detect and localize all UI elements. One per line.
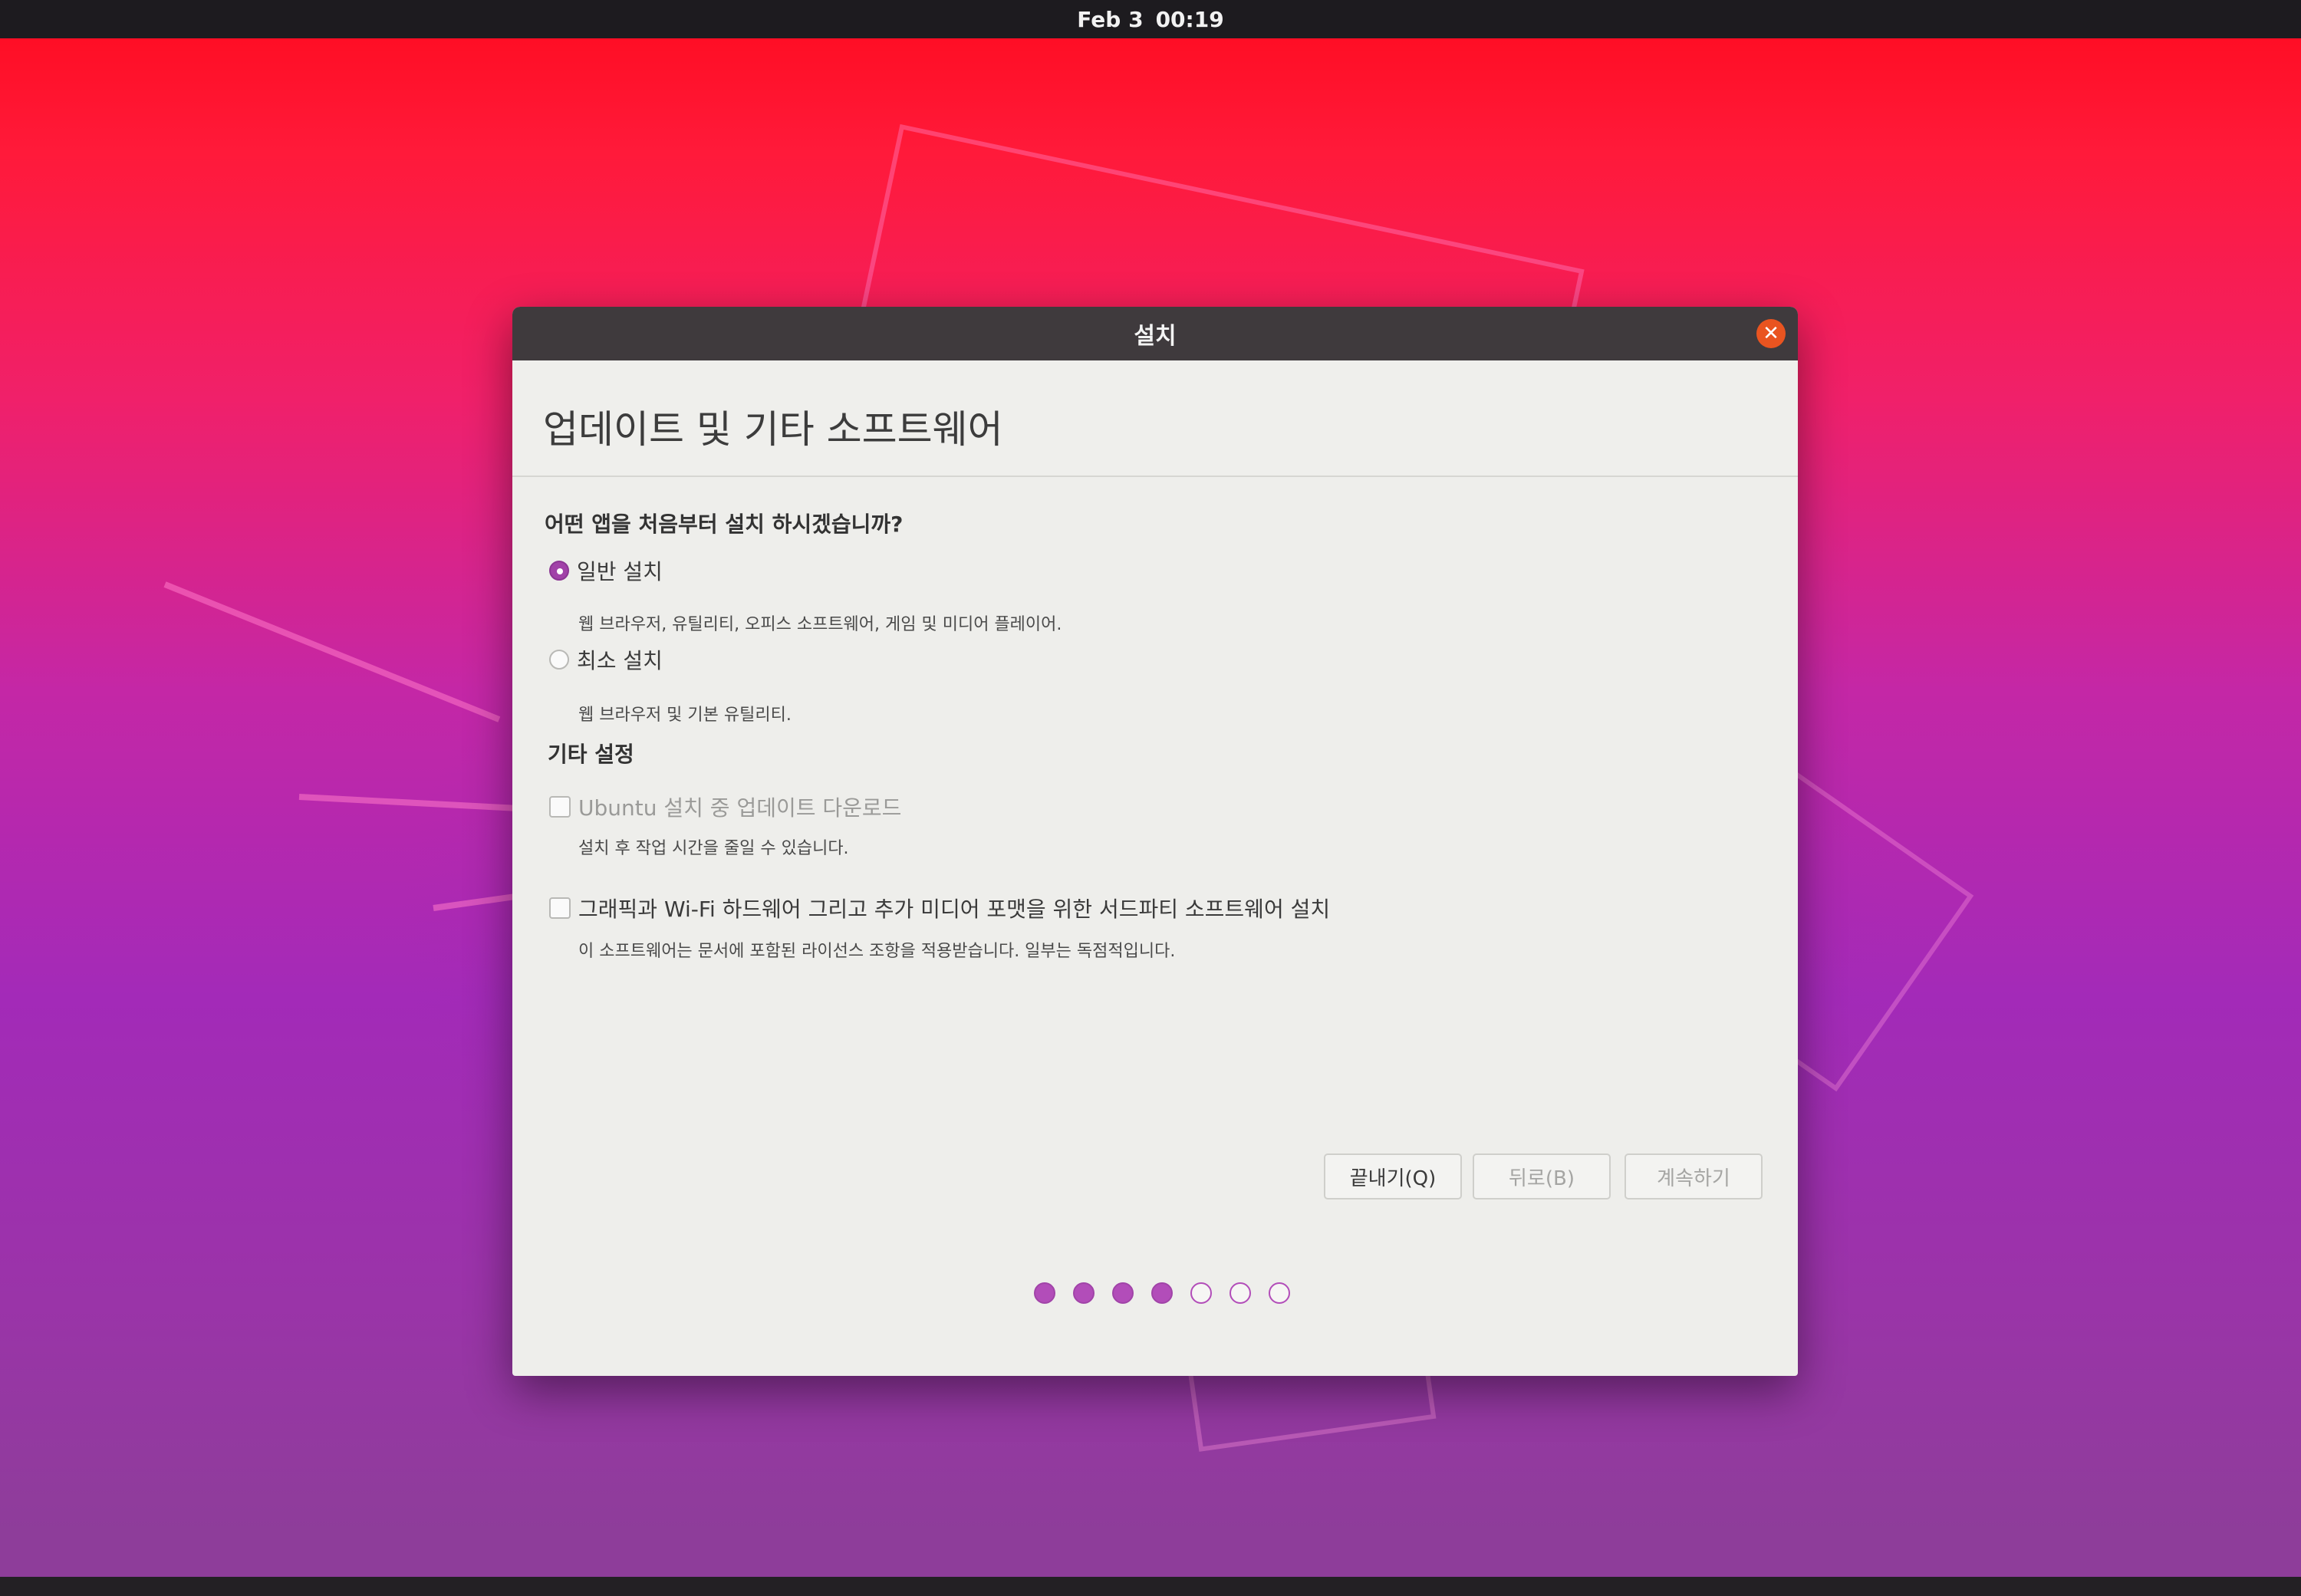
normal-install-option[interactable]: 일반 설치	[549, 555, 663, 586]
background-line	[433, 893, 518, 911]
minimal-install-option[interactable]: 최소 설치	[549, 644, 663, 675]
progress-step-1	[1034, 1282, 1055, 1304]
close-button[interactable]: ✕	[1756, 319, 1786, 348]
normal-install-label[interactable]: 일반 설치	[577, 555, 663, 586]
back-button[interactable]: 뒤로(B)	[1473, 1153, 1611, 1199]
clock-date[interactable]: Feb 3	[1077, 7, 1143, 32]
normal-install-radio[interactable]	[549, 561, 569, 581]
download-updates-checkbox[interactable]	[549, 796, 571, 818]
close-icon: ✕	[1763, 322, 1779, 345]
minimal-install-description: 웹 브라우저 및 기본 유틸리티.	[578, 706, 792, 725]
progress-step-6	[1230, 1282, 1251, 1304]
background-line	[298, 794, 514, 811]
download-updates-label[interactable]: Ubuntu 설치 중 업데이트 다운로드	[578, 791, 901, 822]
progress-step-5	[1190, 1282, 1212, 1304]
desktop-background: Feb 3 00:19 설치 ✕ 업데이트 및 기타 소프트웨어 어떤 앱을 처…	[0, 0, 2301, 1596]
clock-time[interactable]: 00:19	[1156, 7, 1224, 32]
minimal-install-radio[interactable]	[549, 650, 569, 670]
page-header: 업데이트 및 기타 소프트웨어	[512, 360, 1798, 477]
progress-step-7	[1269, 1282, 1290, 1304]
third-party-description: 이 소프트웨어는 문서에 포함된 라이선스 조항을 적용받습니다. 일부는 독점…	[578, 942, 1176, 961]
window-titlebar[interactable]: 설치 ✕	[512, 307, 1798, 360]
background-line	[163, 581, 501, 722]
continue-button[interactable]: 계속하기	[1625, 1153, 1763, 1199]
third-party-checkbox[interactable]	[549, 897, 571, 919]
progress-step-2	[1073, 1282, 1095, 1304]
window-title: 설치	[1134, 323, 1177, 350]
other-settings-title: 기타 설정	[548, 742, 634, 767]
quit-button[interactable]: 끝내기(Q)	[1324, 1153, 1462, 1199]
progress-step-3	[1112, 1282, 1134, 1304]
minimal-install-label[interactable]: 최소 설치	[577, 644, 663, 675]
top-bar: Feb 3 00:19	[0, 0, 2301, 38]
normal-install-description: 웹 브라우저, 유틸리티, 오피스 소프트웨어, 게임 및 미디어 플레이어.	[578, 615, 1062, 634]
download-updates-description: 설치 후 작업 시간을 줄일 수 있습니다.	[578, 839, 849, 858]
progress-steps	[1034, 1282, 1290, 1304]
progress-step-4	[1151, 1282, 1173, 1304]
bottom-bar	[0, 1577, 2301, 1596]
download-updates-option[interactable]: Ubuntu 설치 중 업데이트 다운로드	[549, 791, 901, 822]
installer-window: 설치 ✕ 업데이트 및 기타 소프트웨어 어떤 앱을 처음부터 설치 하시겠습니…	[512, 307, 1798, 1376]
third-party-option[interactable]: 그래픽과 Wi-Fi 하드웨어 그리고 추가 미디어 포맷을 위한 서드파티 소…	[549, 893, 1330, 923]
page-title: 업데이트 및 기타 소프트웨어	[543, 407, 1003, 452]
third-party-label[interactable]: 그래픽과 Wi-Fi 하드웨어 그리고 추가 미디어 포맷을 위한 서드파티 소…	[578, 893, 1330, 923]
install-question: 어떤 앱을 처음부터 설치 하시겠습니까?	[545, 512, 904, 537]
